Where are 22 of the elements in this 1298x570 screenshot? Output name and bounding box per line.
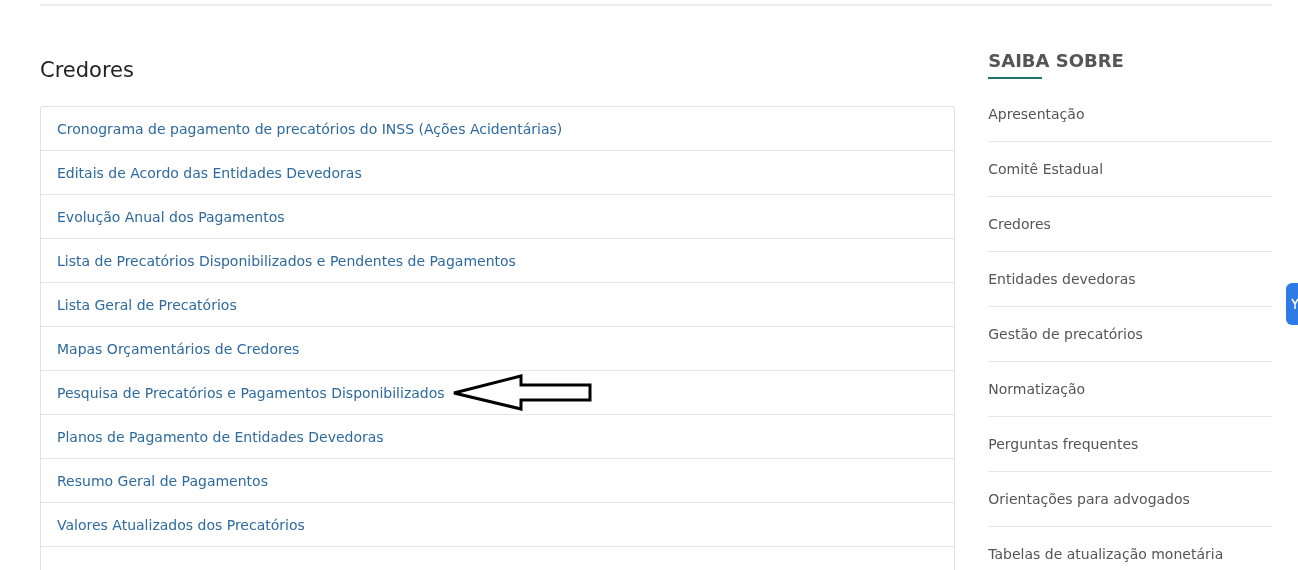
list-link[interactable]: Resumo Geral de Pagamentos <box>57 472 268 489</box>
sidebar-link[interactable]: Orientações para advogados <box>988 472 1272 527</box>
sidebar-link[interactable]: Perguntas frequentes <box>988 417 1272 472</box>
list-link[interactable]: Mapas Orçamentários de Credores <box>57 340 300 357</box>
list-link[interactable]: Evolução Anual dos Pagamentos <box>57 208 285 225</box>
sidebar-link[interactable]: Apresentação <box>988 87 1272 142</box>
list-link[interactable]: Lista Geral de Precatórios <box>57 296 237 313</box>
list-link[interactable]: Pesquisa de Precatórios e Pagamentos Disponibilizados <box>57 384 445 401</box>
sidebar-link[interactable]: Normatização <box>988 362 1272 417</box>
list-link[interactable]: Editais de Acordo das Entidades Devedoras <box>57 164 362 181</box>
sidebar-heading: SAIBA SOBRE <box>988 50 1125 71</box>
list-link[interactable]: Valores Atualizados dos Precatórios <box>57 516 305 533</box>
sidebar-link[interactable]: Comitê Estadual <box>988 142 1272 197</box>
list-link[interactable]: Planos de Pagamento de Entidades Devedoras <box>57 428 384 445</box>
sidebar-link[interactable]: Credores <box>988 197 1272 252</box>
list-link[interactable]: Lista de Precatórios Disponibilizados e Pendentes de Pagamentos <box>57 252 516 269</box>
page-title: Credores <box>40 58 135 82</box>
sidebar-link[interactable]: Tabelas de atualização monetária <box>988 527 1272 570</box>
chevron-icon <box>1291 298 1298 310</box>
sidebar-link[interactable]: Gestão de precatórios <box>988 307 1272 362</box>
list-link[interactable]: Cronograma de pagamento de precatórios do INSS (Ações Acidentárias) <box>57 120 563 137</box>
sidebar-link[interactable]: Entidades devedoras <box>988 252 1272 307</box>
